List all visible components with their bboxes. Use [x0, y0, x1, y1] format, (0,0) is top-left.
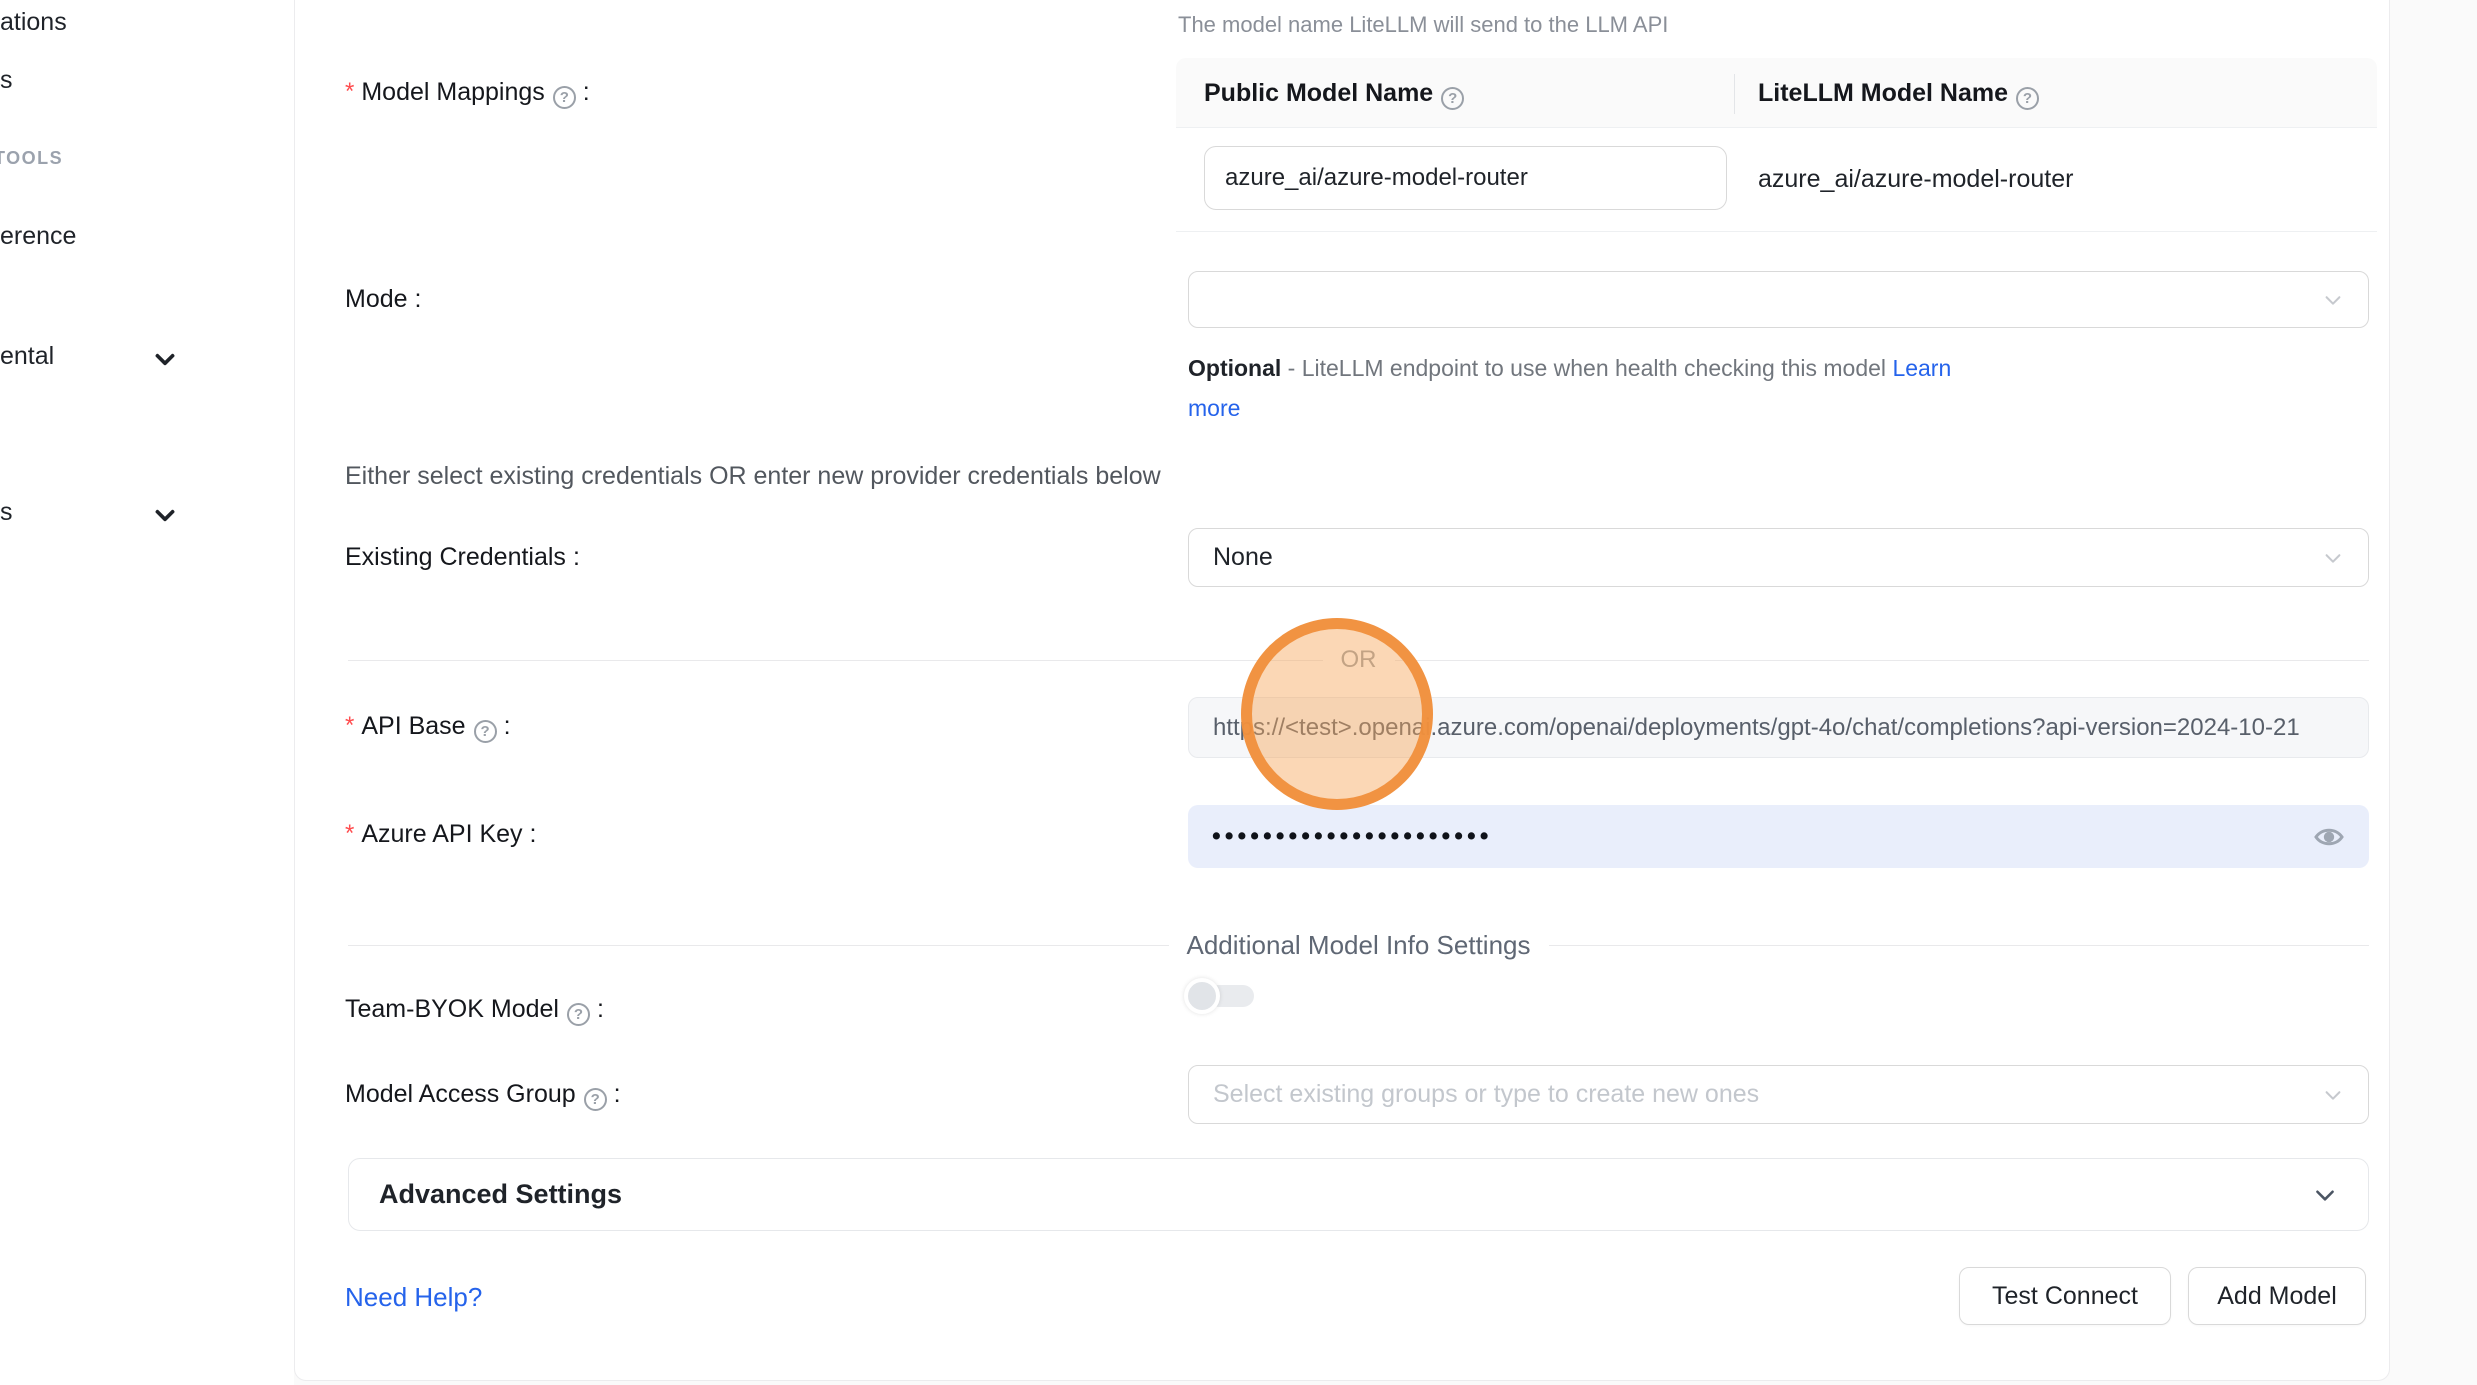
- advanced-settings-title: Advanced Settings: [379, 1179, 2312, 1210]
- credentials-note: Either select existing credentials OR en…: [345, 462, 1161, 491]
- divider-line: [348, 660, 1323, 661]
- mode-label: Mode:: [345, 285, 422, 314]
- model-name-hint: The model name LiteLLM will send to the …: [1178, 12, 1668, 38]
- mode-select[interactable]: [1188, 271, 2369, 328]
- column-separator: [1734, 74, 1735, 114]
- sidebar: ations s TOOLS erence ental s: [0, 0, 294, 1385]
- need-help-link[interactable]: Need Help?: [345, 1282, 482, 1313]
- help-icon[interactable]: ?: [2016, 87, 2039, 110]
- advanced-settings-panel[interactable]: Advanced Settings: [348, 1158, 2369, 1231]
- or-divider-text: OR: [1323, 646, 1395, 674]
- divider-line: [348, 945, 1169, 946]
- model-access-group-select[interactable]: Select existing groups or type to create…: [1188, 1065, 2369, 1124]
- litellm-model-name-value: azure_ai/azure-model-router: [1758, 128, 2073, 231]
- sidebar-section-tools: TOOLS: [0, 148, 63, 169]
- test-connect-button[interactable]: Test Connect: [1959, 1267, 2171, 1325]
- eye-icon[interactable]: [2313, 821, 2345, 853]
- or-divider: OR: [348, 646, 2369, 674]
- add-model-page: ations s TOOLS erence ental s The model …: [0, 0, 2477, 1385]
- help-icon[interactable]: ?: [567, 1003, 590, 1026]
- divider-line: [1395, 660, 2370, 661]
- chevron-down-icon: [2322, 1084, 2344, 1106]
- azure-api-key-label: *Azure API Key:: [345, 820, 537, 849]
- divider-line: [1549, 945, 2370, 946]
- required-mark: *: [345, 820, 354, 847]
- help-icon[interactable]: ?: [584, 1088, 607, 1111]
- team-byok-label: Team-BYOK Model?:: [345, 995, 604, 1026]
- azure-api-key-input[interactable]: ••••••••••••••••••••••: [1188, 805, 2369, 868]
- model-access-group-label: Model Access Group?:: [345, 1080, 621, 1111]
- toggle-knob: [1184, 978, 1220, 1014]
- model-mappings-table-row: azure_ai/azure-model-router azure_ai/azu…: [1176, 128, 2377, 231]
- existing-credentials-label: Existing Credentials:: [345, 543, 580, 572]
- litellm-model-name-header: LiteLLM Model Name?: [1706, 58, 2039, 127]
- chevron-down-icon: [2322, 289, 2344, 311]
- help-icon[interactable]: ?: [474, 720, 497, 743]
- learn-more-link[interactable]: more: [1188, 395, 1240, 421]
- model-mappings-label: *Model Mappings?:: [345, 78, 590, 109]
- sidebar-item-experimental[interactable]: ental: [0, 342, 54, 371]
- help-icon[interactable]: ?: [553, 86, 576, 109]
- mode-hint: Optional - LiteLLM endpoint to use when …: [1188, 348, 2018, 428]
- sidebar-item-guardrails[interactable]: s: [0, 66, 13, 95]
- public-model-name-input[interactable]: azure_ai/azure-model-router: [1204, 146, 1727, 210]
- required-mark: *: [345, 712, 354, 739]
- help-icon[interactable]: ?: [1441, 87, 1464, 110]
- sidebar-item-settings[interactable]: s: [0, 498, 13, 527]
- chevron-down-icon: [2312, 1182, 2338, 1208]
- chevron-down-icon: [2322, 547, 2344, 569]
- model-mappings-table-header: Public Model Name? LiteLLM Model Name?: [1176, 58, 2377, 128]
- masked-api-key: ••••••••••••••••••••••: [1212, 824, 2313, 849]
- model-mappings-table: Public Model Name? LiteLLM Model Name? a…: [1176, 58, 2377, 232]
- add-model-button[interactable]: Add Model: [2188, 1267, 2366, 1325]
- api-base-input[interactable]: https://<test>.openai.azure.com/openai/d…: [1188, 697, 2369, 758]
- chevron-down-icon: [152, 346, 178, 372]
- api-base-label: *API Base?:: [345, 712, 511, 743]
- additional-settings-divider: Additional Model Info Settings: [348, 930, 2369, 961]
- chevron-down-icon: [152, 502, 178, 528]
- learn-more-link[interactable]: Learn: [1892, 355, 1951, 381]
- required-mark: *: [345, 78, 354, 105]
- model-access-group-placeholder: Select existing groups or type to create…: [1213, 1080, 2322, 1109]
- team-byok-toggle[interactable]: [1184, 978, 1260, 1014]
- public-model-name-header: Public Model Name?: [1176, 58, 1706, 127]
- existing-credentials-select[interactable]: None: [1188, 528, 2369, 587]
- existing-credentials-value: None: [1213, 543, 2322, 572]
- sidebar-item-organizations[interactable]: ations: [0, 8, 67, 37]
- additional-settings-divider-text: Additional Model Info Settings: [1169, 930, 1549, 961]
- sidebar-item-inference[interactable]: erence: [0, 222, 76, 251]
